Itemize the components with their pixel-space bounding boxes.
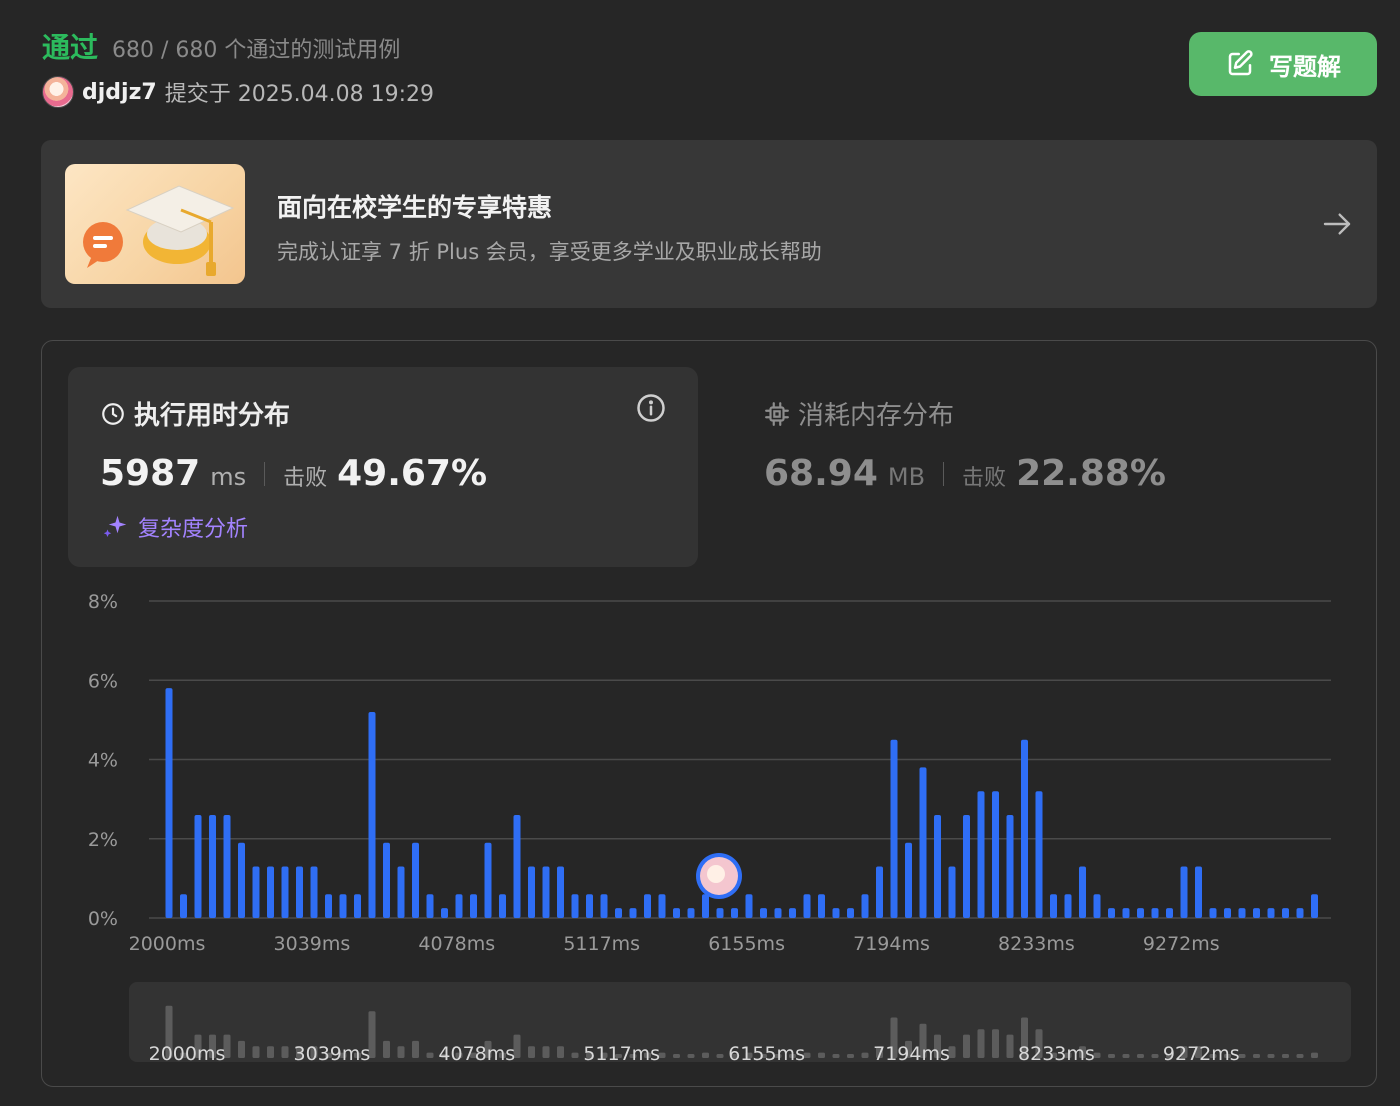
divider (943, 461, 945, 486)
memory-value: 68.94 (764, 453, 878, 494)
memory-title-label: 消耗内存分布 (798, 401, 955, 431)
memory-unit: MB (887, 463, 926, 491)
runtime-beats-percent: 49.67% (337, 453, 488, 494)
sparkle-icon (103, 515, 127, 537)
performance-panel: 执行用时分布 5987 ms 击败 49.67% 复杂度分析 消耗内存分布 68… (41, 340, 1377, 1087)
submit-time: 提交于 2025.04.08 19:29 (164, 82, 435, 107)
divider (264, 461, 266, 486)
submission-detail: 通过 680 / 680 个通过的测试用例 djdjz7 提交于 2025.04… (0, 0, 1400, 1106)
graduation-cap-illustration (65, 164, 245, 284)
edit-icon (1228, 50, 1253, 76)
chip-icon (765, 401, 789, 426)
avatar[interactable] (42, 76, 74, 108)
memory-card[interactable]: 消耗内存分布 68.94 MB 击败 22.88% (732, 367, 1332, 567)
runtime-value: 5987 (100, 453, 201, 494)
memory-beats-label: 击败 (962, 466, 1007, 491)
write-solution-button[interactable]: 写题解 (1189, 32, 1377, 96)
test-cases-count: 680 / 680 个通过的测试用例 (112, 38, 401, 63)
status-accepted: 通过 (42, 31, 99, 64)
runtime-beats-label: 击败 (283, 466, 328, 491)
promo-title: 面向在校学生的专享特惠 (277, 193, 553, 222)
runtime-title-label: 执行用时分布 (134, 401, 291, 431)
complexity-analysis-label: 复杂度分析 (138, 517, 249, 542)
memory-metric: 68.94 MB 击败 22.88% (764, 453, 1166, 494)
arrow-right-icon[interactable] (1321, 208, 1353, 240)
username[interactable]: djdjz7 (82, 80, 157, 105)
student-promo-banner[interactable]: 面向在校学生的专享特惠 完成认证享 7 折 Plus 会员，享受更多学业及职业成… (41, 140, 1377, 308)
write-solution-label: 写题解 (1269, 52, 1341, 81)
complexity-analysis-link[interactable]: 复杂度分析 (100, 511, 248, 543)
status-line: 通过 680 / 680 个通过的测试用例 (42, 26, 400, 66)
runtime-unit: ms (210, 463, 247, 491)
runtime-card[interactable]: 执行用时分布 5987 ms 击败 49.67% 复杂度分析 (68, 367, 698, 567)
memory-beats-percent: 22.88% (1016, 453, 1167, 494)
runtime-metric: 5987 ms 击败 49.67% (100, 453, 487, 494)
runtime-title: 执行用时分布 (100, 395, 290, 432)
info-icon[interactable] (636, 393, 666, 423)
promo-subtitle: 完成认证享 7 折 Plus 会员，享受更多学业及职业成长帮助 (277, 240, 822, 264)
memory-title: 消耗内存分布 (764, 395, 954, 432)
submitter-info: djdjz7 提交于 2025.04.08 19:29 (42, 76, 434, 108)
clock-icon (102, 402, 124, 425)
